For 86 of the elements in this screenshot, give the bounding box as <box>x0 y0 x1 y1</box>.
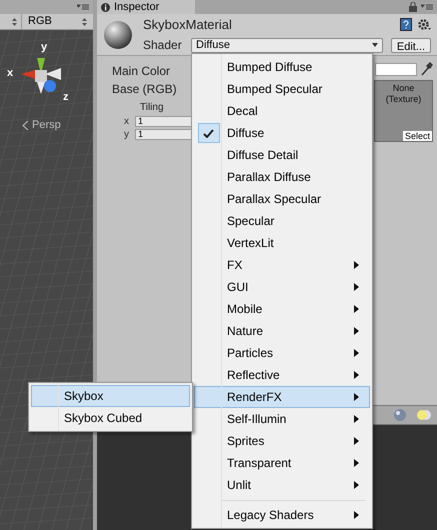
axis-label: x <box>7 68 14 79</box>
submenu-arrow-icon <box>354 511 359 519</box>
submenu-arrow-icon <box>354 371 359 379</box>
menu-item[interactable]: FX <box>194 254 370 276</box>
submenu-arrow-icon <box>354 437 359 445</box>
menu-item-label: RenderFX <box>227 389 283 406</box>
menu-item-label: Parallax Diffuse <box>227 169 312 186</box>
menu-item-label: Bumped Specular <box>227 81 324 98</box>
menu-item[interactable]: VertexLit <box>194 232 370 254</box>
inspector-tab[interactable]: Inspector <box>97 0 195 14</box>
menu-item[interactable]: Decal <box>194 100 370 122</box>
info-icon <box>101 2 110 12</box>
submenu-arrow-icon <box>354 349 359 357</box>
updown-icon <box>12 18 17 26</box>
eyedropper-icon[interactable] <box>421 62 433 76</box>
axis-label: y <box>41 42 48 53</box>
property-label: Base (RGB) <box>112 81 178 98</box>
texture-slot[interactable]: None (Texture) Select <box>374 80 433 142</box>
menu-item[interactable]: Diffuse Detail <box>194 144 370 166</box>
menu-item-label: VertexLit <box>227 235 275 252</box>
select-button[interactable]: Select <box>402 131 432 141</box>
gear-icon[interactable] <box>418 18 431 30</box>
submenu-arrow-icon <box>354 327 359 335</box>
menu-item-label: Parallax Specular <box>227 191 322 208</box>
axis-label: x <box>124 115 130 129</box>
axis-label: z <box>63 92 68 103</box>
tiling-label: Tiling <box>140 101 165 115</box>
menu-item-label: GUI <box>227 279 250 296</box>
material-sphere-icon <box>103 20 133 50</box>
menu-item-label: Unlit <box>227 477 252 494</box>
menu-item-label: Nature <box>227 323 264 340</box>
texture-label: None (Texture) <box>384 83 422 105</box>
menu-item-label: Transparent <box>227 455 292 472</box>
submenu-arrow-icon <box>354 393 359 401</box>
projection-label[interactable]: Persp <box>32 120 61 131</box>
menu-icon[interactable] <box>77 4 89 10</box>
menu-item[interactable]: RenderFX <box>194 386 370 408</box>
menu-item[interactable]: Skybox <box>31 385 190 407</box>
menu-item[interactable]: Self-Illumin <box>194 408 370 430</box>
menu-item[interactable]: Unlit <box>194 474 370 496</box>
updown-icon <box>82 18 87 26</box>
menu-item-label: FX <box>227 257 244 274</box>
menu-item-label: Diffuse <box>227 125 266 142</box>
caret-icon <box>372 43 378 48</box>
property-label: Main Color <box>112 63 172 80</box>
menu-item[interactable]: Sprites <box>194 430 370 452</box>
menu-item-label: Legacy Shaders <box>227 507 315 524</box>
menu-item-label: Reflective <box>227 367 281 384</box>
help-book-icon[interactable] <box>400 18 412 31</box>
menu-item[interactable]: Skybox Cubed <box>31 407 190 429</box>
shader-label: Shader <box>143 37 183 54</box>
submenu-arrow-icon <box>354 261 359 269</box>
lock-icon[interactable] <box>409 2 417 12</box>
menu-item-label: Bumped Diffuse <box>227 59 314 76</box>
submenu-arrow-icon <box>354 481 359 489</box>
menu-item[interactable]: Reflective <box>194 364 370 386</box>
menu-item[interactable]: Diffuse <box>194 122 370 144</box>
chevron-icon <box>22 121 29 130</box>
menu-item[interactable]: Parallax Specular <box>194 188 370 210</box>
menu-item-label: Mobile <box>227 301 264 318</box>
menu-item[interactable]: Nature <box>194 320 370 342</box>
menu-item-label: Sprites <box>227 433 266 450</box>
menu-item[interactable]: GUI <box>194 276 370 298</box>
menu-item[interactable]: Legacy Shaders <box>194 504 370 526</box>
menu-item[interactable]: Particles <box>194 342 370 364</box>
shader-dropdown[interactable]: Diffuse <box>191 38 383 53</box>
submenu-arrow-icon <box>354 283 359 291</box>
menu-item[interactable]: Transparent <box>194 452 370 474</box>
axis-label: y <box>124 128 130 142</box>
material-title: SkyboxMaterial <box>143 16 232 34</box>
menu-item[interactable]: Mobile <box>194 298 370 320</box>
menu-item-label: Specular <box>227 213 276 230</box>
menu-item[interactable]: Bumped Specular <box>194 78 370 100</box>
menu-item[interactable]: Bumped Diffuse <box>194 56 370 78</box>
menu-item-label: Self-Illumin <box>227 411 288 428</box>
menu-item-label: Particles <box>227 345 274 362</box>
color-field[interactable] <box>375 62 417 76</box>
submenu-arrow-icon <box>354 459 359 467</box>
menu-item-label: Decal <box>227 103 259 120</box>
submenu-arrow-icon <box>354 415 359 423</box>
edit-button[interactable]: Edit... <box>390 38 431 53</box>
menu-item[interactable]: Specular <box>194 210 370 232</box>
menu-item-label: Diffuse Detail <box>227 147 300 164</box>
submenu-arrow-icon <box>354 305 359 313</box>
menu-item[interactable]: Parallax Diffuse <box>194 166 370 188</box>
menu-icon[interactable] <box>421 4 433 10</box>
